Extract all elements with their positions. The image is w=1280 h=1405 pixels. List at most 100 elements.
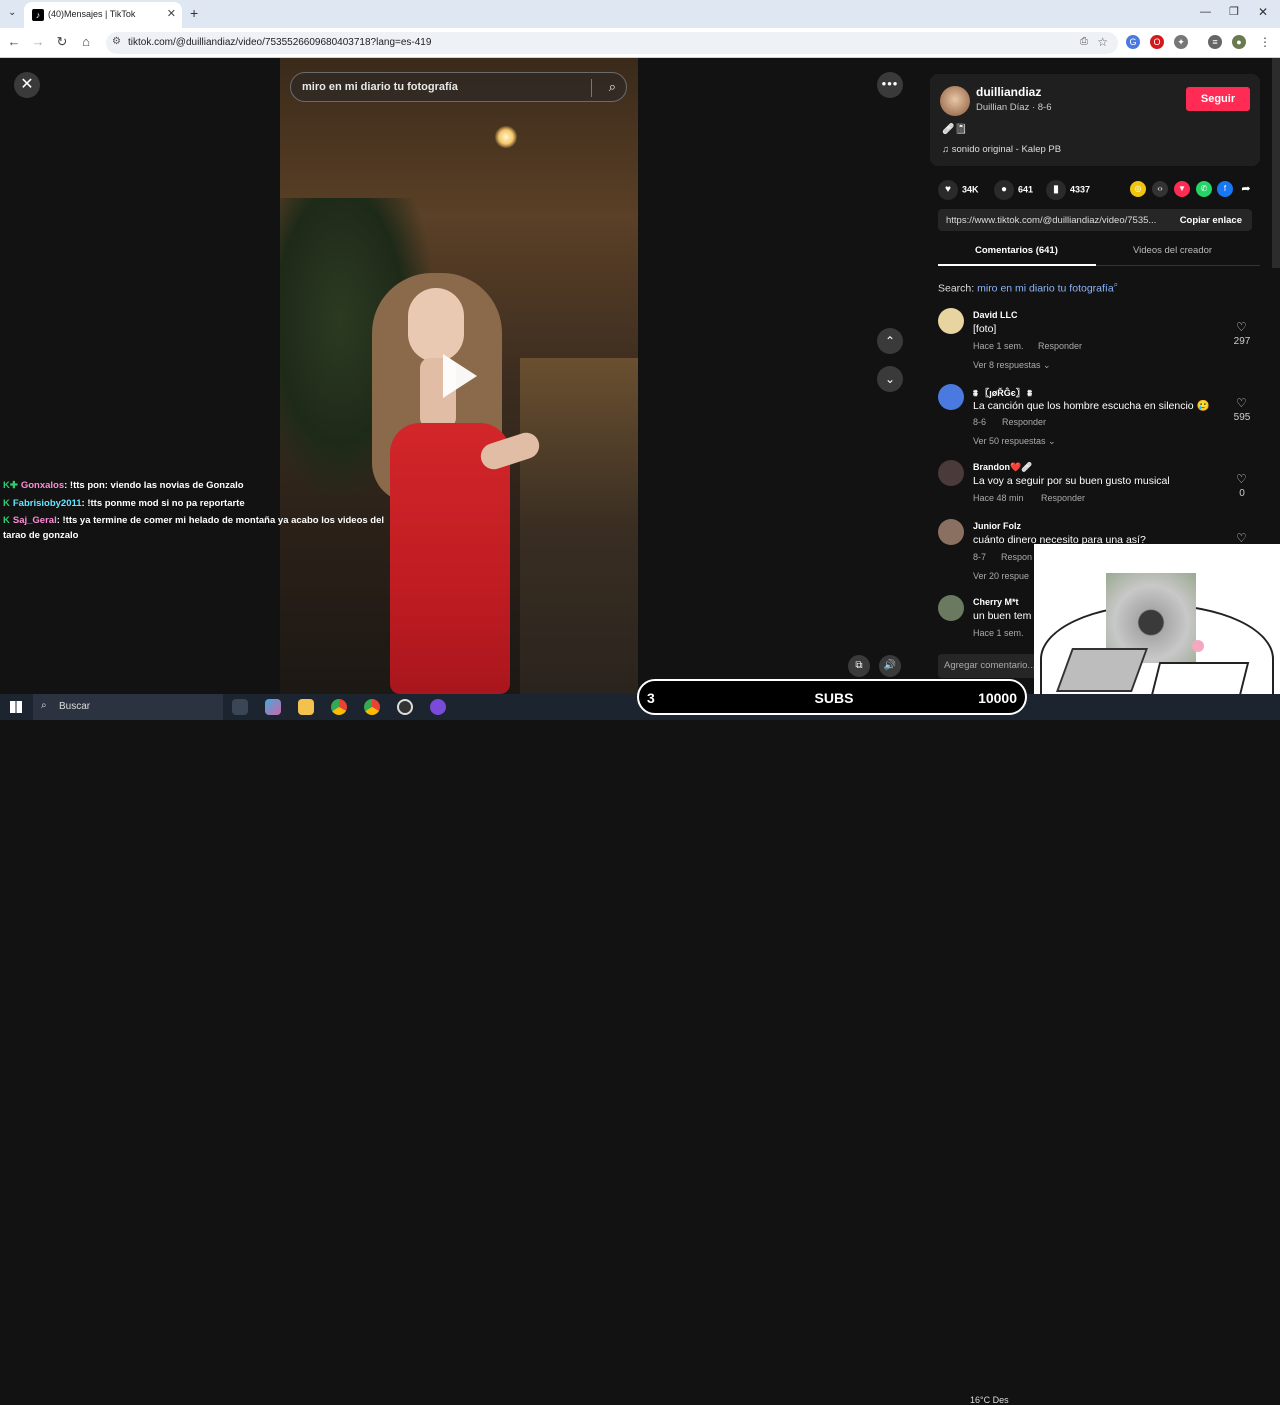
like-count: 34K (962, 184, 979, 195)
streaming-app-icon[interactable] (430, 699, 446, 715)
video-street-lamp (495, 126, 517, 148)
view-replies-button[interactable]: Ver 8 respuestas ⌄ (973, 360, 1051, 371)
share-arrow-icon[interactable]: ➦ (1238, 181, 1254, 197)
comment-like-heart-icon[interactable]: ♡ (1236, 320, 1247, 334)
commenter-avatar[interactable] (938, 384, 964, 410)
subs-current: 3 (647, 690, 655, 706)
sound-link[interactable]: ♫ sonido original - Kalep PB (942, 144, 1061, 155)
search-icon[interactable]: ⌕ (609, 79, 616, 95)
facebook-share-icon[interactable]: f (1217, 181, 1233, 197)
commenter-name[interactable]: Cherry M*t (973, 597, 1019, 607)
comment-text: un buen tem (973, 610, 1032, 622)
commenter-name[interactable]: David LLC (973, 310, 1018, 320)
commenter-avatar[interactable] (938, 595, 964, 621)
more-options-button[interactable]: ••• (877, 72, 903, 98)
chat-user-3: Saj_Geral (12, 515, 57, 526)
forward-arrow-icon[interactable]: → (30, 34, 46, 49)
view-replies-button[interactable]: Ver 50 respuestas ⌄ (973, 436, 1056, 447)
tab-close-icon[interactable]: ✕ (167, 7, 176, 20)
chrome-icon[interactable] (331, 699, 347, 715)
follow-button[interactable]: Seguir (1186, 87, 1250, 111)
maximize-window-icon[interactable]: ❐ (1229, 5, 1239, 18)
profile-avatar-icon[interactable]: ● (1232, 35, 1246, 49)
comment-like-heart-icon[interactable]: ♡ (1236, 472, 1247, 486)
comment-time: Hace 1 sem. (973, 341, 1024, 351)
panel-scrollbar[interactable] (1272, 58, 1280, 268)
video-player[interactable] (280, 58, 638, 694)
search-prefix: Search: (938, 282, 978, 295)
chat-line-1: K✚ Gonxalos: !tts pon: viendo las novias … (3, 480, 244, 491)
reply-button[interactable]: Responder (1038, 341, 1082, 351)
whatsapp-share-icon[interactable]: ✆ (1196, 181, 1212, 197)
volume-icon[interactable]: 🔊 (879, 655, 901, 677)
save-button[interactable]: ▮ 4337 (1046, 180, 1090, 200)
browser-menu-icon[interactable]: ⋮ (1258, 35, 1272, 49)
chat-line-3: K Saj_Geral: !tts ya termine de comer mi … (3, 515, 384, 526)
commenter-name[interactable]: Junior Folz (973, 521, 1021, 531)
repost-coin-icon[interactable]: ◎ (1130, 181, 1146, 197)
taskbar-search-label: Buscar (59, 701, 91, 712)
opera-extension-icon[interactable]: O (1150, 35, 1164, 49)
task-view-icon[interactable] (232, 699, 248, 715)
like-button[interactable]: ♥ 34K (938, 180, 979, 200)
share-link-url[interactable]: https://www.tiktok.com/@duilliandiaz/vid… (946, 215, 1172, 226)
next-video-button[interactable]: ⌄ (877, 366, 903, 392)
site-info-icon[interactable]: ⚙ (112, 36, 121, 47)
close-video-button[interactable]: ✕ (14, 72, 40, 98)
video-search-bar[interactable]: miro en mi diario tu fotografía ⌕ (290, 72, 627, 102)
search-query-link[interactable]: miro en mi diario tu fotografía (977, 283, 1114, 295)
view-replies-button[interactable]: Ver 20 respue (973, 571, 1029, 581)
tab-creator-videos[interactable]: Videos del creador (1133, 245, 1212, 256)
subs-label: SUBS (814, 690, 854, 706)
reply-button[interactable]: Respon (1001, 552, 1032, 562)
commenter-avatar[interactable] (938, 308, 964, 334)
comment-text: [foto] (973, 323, 997, 335)
chrome-profile-icon[interactable] (364, 699, 380, 715)
extensions-puzzle-icon[interactable]: ✦ (1174, 35, 1188, 49)
reply-button[interactable]: Responder (1002, 417, 1046, 427)
comment-search-line: Search: miro en mi diario tu fotografía⌕ (938, 280, 1118, 295)
comment-button[interactable]: ● 641 (994, 180, 1033, 200)
taskbar-search[interactable]: ⌕ Buscar (33, 694, 223, 720)
video-description: 🩹📓 (942, 124, 967, 135)
previous-video-button[interactable]: ⌃ (877, 328, 903, 354)
home-icon[interactable]: ⌂ (78, 34, 94, 49)
file-explorer-icon[interactable] (298, 699, 314, 715)
install-app-icon[interactable]: ⎙ (1080, 36, 1088, 47)
reply-button[interactable]: Responder (1041, 493, 1085, 503)
comment-like-heart-icon[interactable]: ♡ (1236, 531, 1247, 545)
embed-code-icon[interactable]: ‹› (1152, 181, 1168, 197)
obs-icon[interactable] (397, 699, 413, 715)
commenter-avatar[interactable] (938, 460, 964, 486)
cat-paw-icon (1192, 640, 1204, 652)
browser-tab[interactable]: ♪ (40)Mensajes | TikTok ✕ (24, 2, 182, 28)
send-to-friends-icon[interactable]: ▼ (1174, 181, 1190, 197)
translate-extension-icon[interactable]: G (1126, 35, 1140, 49)
comment-count: 641 (1018, 184, 1034, 195)
sound-name: sonido original - Kalep PB (951, 144, 1062, 155)
bookmark-star-icon[interactable]: ☆ (1097, 35, 1108, 49)
commenter-name[interactable]: Brandon❤️🩹 (973, 462, 1032, 473)
minimize-window-icon[interactable]: — (1200, 6, 1211, 18)
chat-user-2: Fabrisioby2011 (12, 498, 82, 509)
commenter-name[interactable]: ⩩ 〖ȷøŘĜє〗 ⩩ (973, 386, 1032, 399)
commenter-avatar[interactable] (938, 519, 964, 545)
creator-handle[interactable]: duilliandiaz (976, 85, 1041, 99)
comment-like-heart-icon[interactable]: ♡ (1236, 396, 1247, 410)
copilot-icon[interactable] (265, 699, 281, 715)
play-icon[interactable] (443, 354, 477, 398)
copy-link-button[interactable]: Copiar enlace (1180, 215, 1242, 226)
address-bar[interactable]: ⚙ tiktok.com/@duilliandiaz/video/7535526… (106, 32, 1118, 54)
back-arrow-icon[interactable]: ← (6, 34, 22, 49)
tiktok-favicon-icon: ♪ (32, 9, 44, 21)
close-window-icon[interactable]: ✕ (1258, 5, 1268, 19)
windows-start-icon[interactable] (10, 701, 22, 713)
reload-icon[interactable]: ↻ (54, 34, 70, 50)
reading-list-icon[interactable]: ≡ (1208, 35, 1222, 49)
tab-list-chevron-icon[interactable]: ⌄ (8, 7, 16, 18)
new-tab-icon[interactable]: + (190, 5, 198, 21)
floating-player-icon[interactable]: ⧉ (848, 655, 870, 677)
chat-line-3-continuation: tarao de gonzalo (3, 530, 79, 541)
tab-comments[interactable]: Comentarios (641) (975, 245, 1058, 256)
creator-avatar[interactable] (940, 86, 970, 116)
